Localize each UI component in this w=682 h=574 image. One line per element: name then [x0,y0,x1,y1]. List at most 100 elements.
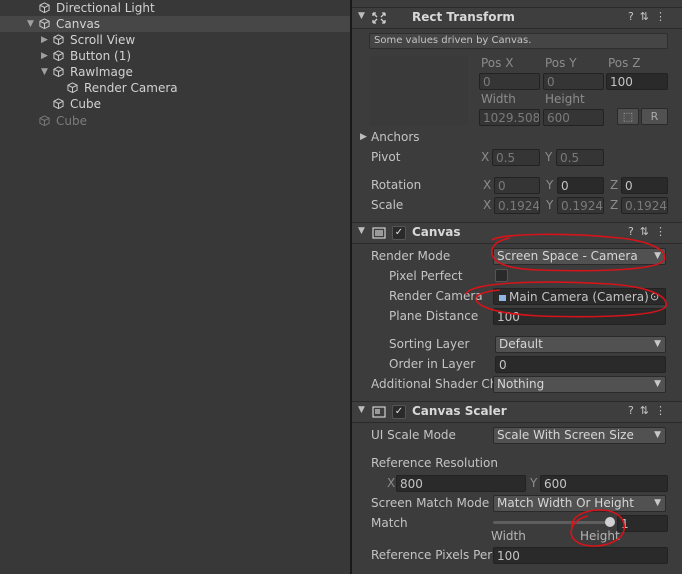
rotation-x-field[interactable]: 0 [494,177,540,194]
hierarchy-item-button[interactable]: ▶ Button (1) [0,48,350,64]
header-icons[interactable]: ?⇅⋮ [628,404,672,417]
axis-x-label: X [481,150,490,164]
hierarchy-label: Button (1) [70,49,132,63]
width-label: Width [481,92,516,106]
gameobject-icon [53,98,64,109]
sorting-layer-dropdown[interactable]: Default ▼ [495,336,666,353]
shader-channels-dropdown[interactable]: Nothing ▼ [493,376,666,393]
match-value-field[interactable]: 1 [617,515,668,532]
pivot-label: Pivot [371,150,401,164]
blueprint-mode-button[interactable]: ⬚ [617,108,639,125]
render-camera-field[interactable]: Main Camera (Camera) [493,288,666,305]
fold-right-icon[interactable]: ▶ [360,132,367,142]
scale-y-field[interactable]: 0.19245 [557,197,604,214]
expand-right-icon[interactable]: ▶ [41,32,48,48]
hierarchy-item-cube-inactive[interactable]: Cube [0,113,350,129]
hierarchy-item-rawimage[interactable]: ▼ RawImage [0,64,350,80]
object-picker-icon[interactable]: ⊙ [650,290,659,303]
pos-z-field[interactable]: 100 [606,73,668,90]
axis-z-label: Z [610,178,619,192]
expand-down-icon[interactable]: ▼ [41,64,48,80]
fold-down-icon[interactable]: ▼ [358,11,365,21]
rect-transform-header[interactable]: ▼ Rect Transform ?⇅⋮ [352,7,682,29]
order-in-layer-field[interactable]: 0 [495,356,666,373]
help-icon[interactable]: ? [628,225,640,238]
height-field[interactable]: 600 [543,109,604,126]
driven-note: Some values driven by Canvas. [369,33,668,49]
screen-match-label: Screen Match Mode [371,496,490,510]
hierarchy-panel: Directional Light ▼ Canvas ▶ Scroll View… [0,0,350,574]
presets-icon[interactable]: ⇅ [640,404,655,417]
scale-z-field[interactable]: 0.19245 [621,197,668,214]
ui-scale-mode-label: UI Scale Mode [371,428,456,442]
hierarchy-item-cube[interactable]: Cube [0,96,350,112]
ui-scale-mode-dropdown[interactable]: Scale With Screen Size ▼ [493,427,666,444]
chevron-down-icon: ▼ [654,339,661,349]
gameobject-icon [53,34,64,45]
canvas-scaler-header[interactable]: ▼ ✓ Canvas Scaler ?⇅⋮ [352,401,682,423]
height-caption: Height [580,529,620,543]
axis-x-label: X [483,178,492,192]
ref-res-x-field[interactable]: 800 [396,475,526,492]
ref-pixels-field[interactable]: 100 [493,547,668,564]
more-icon[interactable]: ⋮ [655,225,672,238]
fold-down-icon[interactable]: ▼ [358,226,365,236]
rotation-label: Rotation [371,178,422,192]
pivot-y-field[interactable]: 0.5 [556,149,604,166]
hierarchy-item-directional-light[interactable]: Directional Light [0,0,350,16]
rotation-z-field[interactable]: 0 [621,177,668,194]
header-icons[interactable]: ?⇅⋮ [628,225,672,238]
hierarchy-item-scroll-view[interactable]: ▶ Scroll View [0,32,350,48]
anchors-label[interactable]: Anchors [371,130,420,144]
presets-icon[interactable]: ⇅ [640,10,655,23]
rotation-y-field[interactable]: 0 [557,177,604,194]
pixel-perfect-label: Pixel Perfect [389,269,463,283]
more-icon[interactable]: ⋮ [655,404,672,417]
enabled-checkbox[interactable]: ✓ [392,226,406,240]
match-slider-thumb[interactable] [605,517,615,527]
scale-label: Scale [371,198,404,212]
width-field[interactable]: 1029.508 [479,109,540,126]
screen-match-dropdown[interactable]: Match Width Or Height ▼ [493,495,666,512]
chevron-down-icon: ▼ [654,379,661,389]
canvas-header[interactable]: ▼ ✓ Canvas ?⇅⋮ [352,222,682,244]
plane-distance-label: Plane Distance [389,309,479,323]
hierarchy-item-render-camera[interactable]: Render Camera [0,80,350,96]
render-mode-dropdown[interactable]: Screen Space - Camera ▼ [493,248,666,265]
width-caption: Width [491,529,526,543]
render-mode-label: Render Mode [371,249,451,263]
scale-x-field[interactable]: 0.19245 [494,197,540,214]
anchor-preset-area[interactable] [370,56,468,126]
gameobject-icon [53,66,64,77]
plane-distance-field[interactable]: 100 [493,308,666,325]
axis-x-label: X [483,198,492,212]
dropdown-value: Screen Space - Camera [497,249,638,263]
ref-res-y-field[interactable]: 600 [540,475,668,492]
gameobject-icon [39,2,50,13]
fold-down-icon[interactable]: ▼ [358,405,365,415]
expand-down-icon[interactable]: ▼ [27,16,34,32]
pixel-perfect-checkbox[interactable] [495,269,508,282]
dropdown-value: Match Width Or Height [497,496,634,510]
hierarchy-label: Render Camera [84,81,178,95]
hierarchy-label: RawImage [70,65,133,79]
component-title: Canvas [412,225,461,239]
axis-x-label: X [387,476,396,490]
pos-x-field[interactable]: 0 [479,73,540,90]
enabled-checkbox[interactable]: ✓ [392,405,406,419]
header-icons[interactable]: ?⇅⋮ [628,10,672,23]
presets-icon[interactable]: ⇅ [640,225,655,238]
hierarchy-item-canvas[interactable]: ▼ Canvas [0,16,350,32]
ref-pixels-label: Reference Pixels Per [371,548,493,562]
pos-x-label: Pos X [481,56,514,70]
pivot-x-field[interactable]: 0.5 [492,149,540,166]
help-icon[interactable]: ? [628,404,640,417]
render-camera-label: Render Camera [389,289,483,303]
pos-y-label: Pos Y [545,56,577,70]
expand-right-icon[interactable]: ▶ [41,48,48,64]
match-slider-track[interactable] [493,521,610,524]
help-icon[interactable]: ? [628,10,640,23]
raw-edit-button[interactable]: R [641,108,668,125]
pos-y-field[interactable]: 0 [543,73,604,90]
more-icon[interactable]: ⋮ [655,10,672,23]
